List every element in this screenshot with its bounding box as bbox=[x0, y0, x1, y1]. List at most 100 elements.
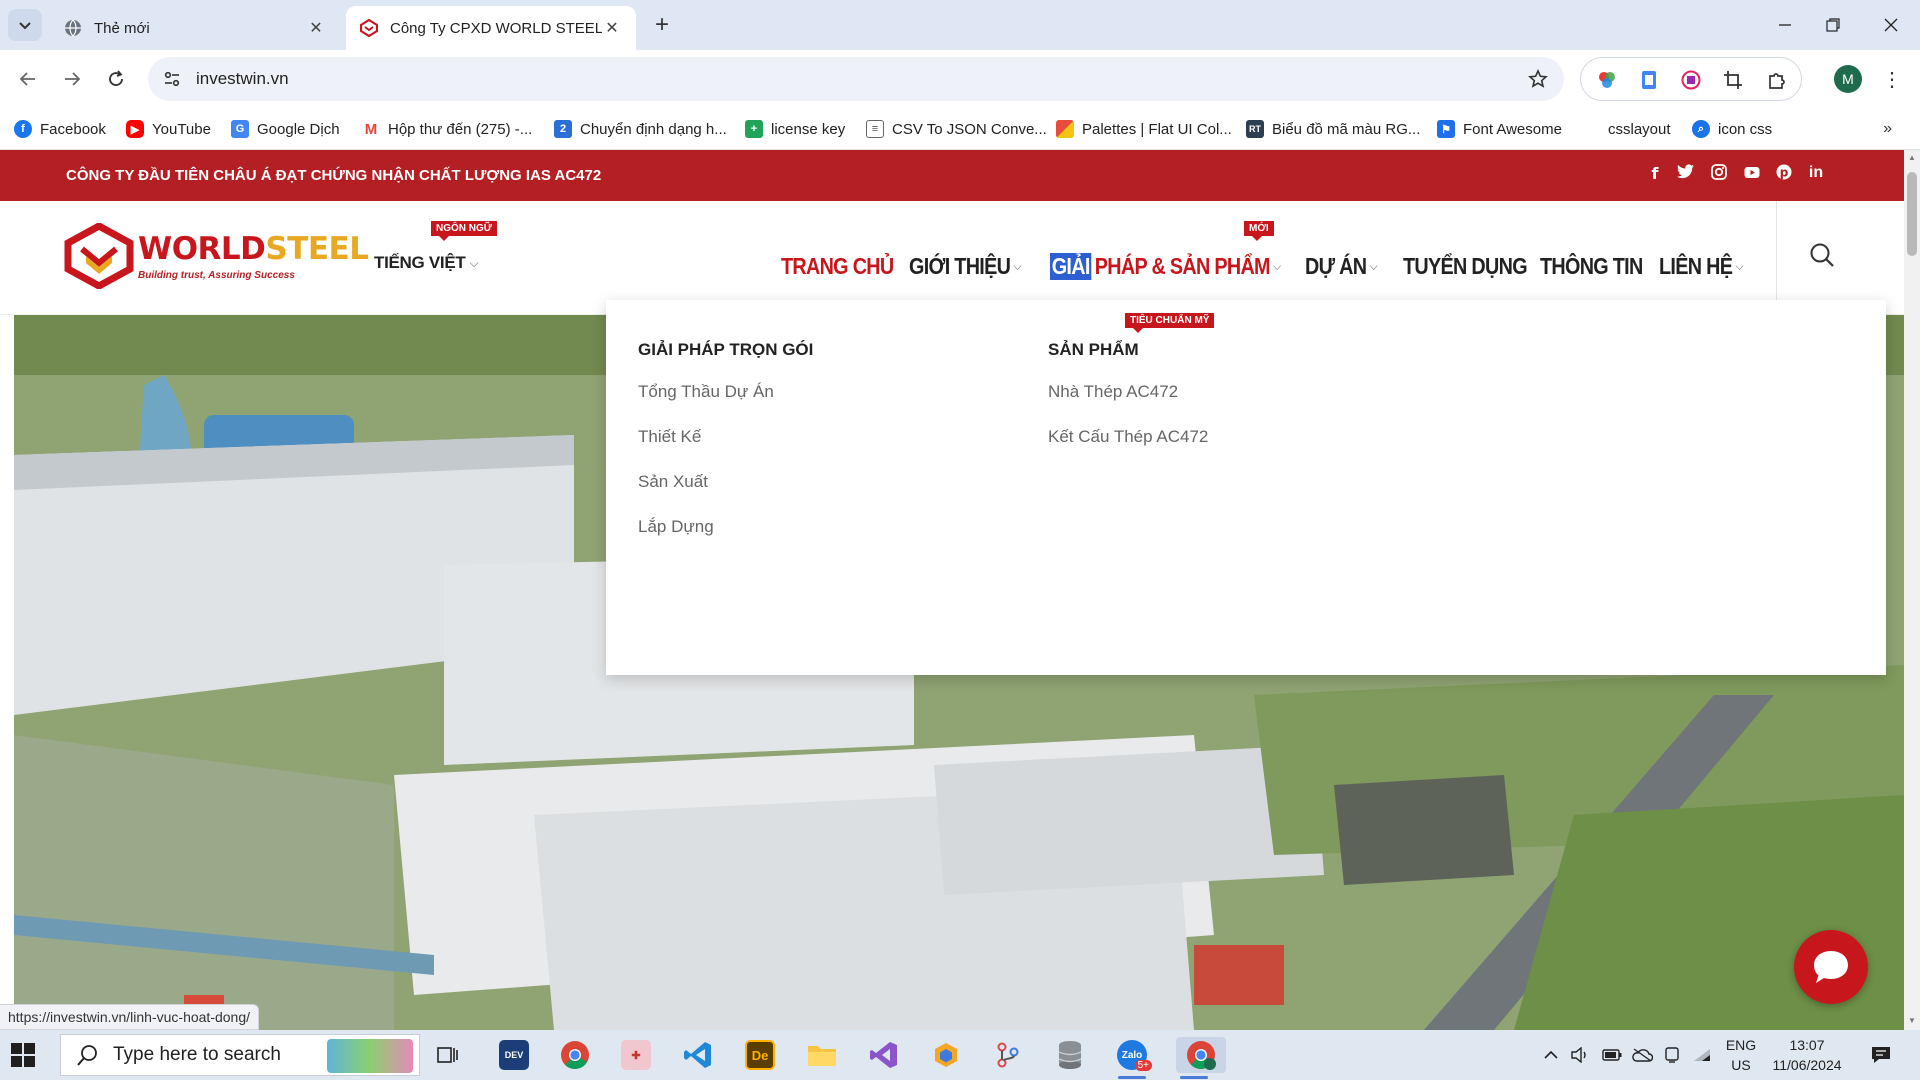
nav-news[interactable]: THÔNG TIN bbox=[1540, 253, 1643, 280]
youtube-icon[interactable] bbox=[1742, 164, 1762, 186]
bookmark-google-translate[interactable]: G Google Dịch bbox=[231, 118, 340, 140]
profile-avatar[interactable]: M bbox=[1834, 65, 1862, 93]
language-selector[interactable]: TIẾNG VIỆT ⌵ bbox=[374, 253, 479, 273]
color-picker-extension-icon[interactable] bbox=[1595, 68, 1619, 92]
bookmark-icon-css[interactable]: ⌕ icon css bbox=[1692, 118, 1772, 140]
close-icon bbox=[1884, 18, 1898, 32]
address-bar[interactable]: investwin.vn bbox=[148, 57, 1564, 101]
taskbar-cube-app[interactable] bbox=[928, 1037, 964, 1073]
back-button[interactable] bbox=[12, 63, 44, 95]
bookmark-palettes[interactable]: Palettes | Flat UI Col... bbox=[1056, 118, 1232, 140]
browser-menu-icon[interactable]: ⋮ bbox=[1880, 64, 1904, 94]
wifi-icon[interactable] bbox=[1690, 1030, 1714, 1080]
dropdown-heading: GIẢI PHÁP TRỌN GÓI bbox=[638, 340, 814, 359]
bookmark-csv-json[interactable]: ≡ CSV To JSON Conve... bbox=[866, 118, 1047, 140]
taskbar-dreamweaver[interactable]: De bbox=[742, 1037, 778, 1073]
scrollbar-thumb[interactable] bbox=[1907, 172, 1917, 256]
close-tab-icon[interactable]: ✕ bbox=[306, 18, 326, 38]
bookmarks-overflow-icon[interactable]: » bbox=[1883, 120, 1892, 138]
taskbar-clock[interactable]: 13:07 11/06/2024 bbox=[1762, 1035, 1852, 1075]
device-icon[interactable] bbox=[1660, 1030, 1684, 1080]
site-info-icon[interactable] bbox=[160, 67, 184, 91]
facebook-icon[interactable]: f bbox=[1645, 164, 1665, 186]
nav-careers[interactable]: TUYỂN DỤNG bbox=[1403, 253, 1528, 280]
browser-toolbar: investwin.vn M ⋮ bbox=[0, 50, 1920, 108]
bookmark-gmail[interactable]: M Hộp thư đến (275) -... bbox=[362, 118, 532, 140]
tab-new-tab[interactable]: Thẻ mới ✕ bbox=[50, 6, 340, 50]
search-icon: ⌕ bbox=[1692, 120, 1710, 138]
screenshot-extension-icon[interactable] bbox=[1721, 68, 1745, 92]
announcement-bar: CÔNG TY ĐẦU TIÊN CHÂU Á ĐẠT CHỨNG NHẬN C… bbox=[0, 150, 1904, 201]
close-tab-icon[interactable]: ✕ bbox=[602, 18, 622, 38]
nav-projects[interactable]: DỰ ÁN ⌵ bbox=[1305, 253, 1378, 280]
recorder-extension-icon[interactable] bbox=[1679, 68, 1703, 92]
taskbar-chrome-active[interactable] bbox=[1176, 1037, 1226, 1079]
pinterest-icon[interactable]: p bbox=[1774, 164, 1794, 186]
bookmark-star-icon[interactable] bbox=[1526, 67, 1550, 91]
taskbar-file-explorer[interactable] bbox=[804, 1037, 840, 1073]
site-search-button[interactable] bbox=[1806, 239, 1838, 271]
taskbar-vscode[interactable] bbox=[680, 1037, 716, 1073]
task-view-icon bbox=[437, 1047, 458, 1063]
instagram-icon[interactable] bbox=[1709, 164, 1729, 186]
forward-button[interactable] bbox=[56, 63, 88, 95]
visual-studio-icon bbox=[870, 1042, 897, 1068]
dropdown-link-steel-structure[interactable]: Kết Cấu Thép AC472 bbox=[1048, 424, 1208, 469]
puzzle-extensions-icon[interactable] bbox=[1765, 68, 1789, 92]
minimize-button[interactable] bbox=[1762, 8, 1808, 42]
windows-start-icon[interactable] bbox=[10, 1042, 36, 1068]
dropdown-link-manufacturing[interactable]: Sản Xuất bbox=[638, 469, 813, 514]
onedrive-icon[interactable] bbox=[1630, 1030, 1654, 1080]
taskbar-search-box[interactable]: Type here to search bbox=[60, 1034, 420, 1076]
linkedin-icon[interactable]: in bbox=[1806, 164, 1826, 186]
bookmark-rgb-chart[interactable]: RT Biểu đồ mã màu RG... bbox=[1246, 118, 1420, 140]
tab-search-button[interactable] bbox=[8, 9, 42, 41]
reload-button[interactable] bbox=[100, 63, 132, 95]
chat-button[interactable] bbox=[1794, 930, 1868, 1004]
nav-about[interactable]: GIỚI THIỆU ⌵ bbox=[909, 253, 1022, 280]
search-highlight-illustration bbox=[327, 1039, 413, 1073]
sheets-icon: + bbox=[745, 120, 763, 138]
new-tab-button[interactable]: + bbox=[648, 12, 676, 40]
svg-text:p: p bbox=[1780, 166, 1789, 180]
worldsteel-logo[interactable]: WORLDSTEEL Building trust, Assuring Succ… bbox=[64, 223, 369, 293]
close-window-button[interactable] bbox=[1868, 8, 1914, 42]
twitter-icon[interactable] bbox=[1675, 164, 1695, 186]
task-view-button[interactable] bbox=[430, 1037, 466, 1073]
taskbar-pink-app[interactable]: ✚ bbox=[618, 1037, 654, 1073]
nav-solutions-products[interactable]: GIẢI PHÁP & SẢN PHẨM ⌵ bbox=[1050, 253, 1281, 280]
dropdown-link-design[interactable]: Thiết Kế bbox=[638, 424, 813, 469]
scroll-down-arrow-icon[interactable]: ▼ bbox=[1907, 1016, 1917, 1026]
bookmark-converter[interactable]: 2 Chuyển định dạng h... bbox=[554, 118, 727, 140]
page-scrollbar[interactable]: ▲ ▼ bbox=[1904, 150, 1920, 1030]
taskbar-chrome[interactable] bbox=[557, 1037, 593, 1073]
taskbar-devtoys[interactable]: DEV bbox=[496, 1037, 532, 1073]
scroll-up-arrow-icon[interactable]: ▲ bbox=[1907, 153, 1917, 163]
taskbar-database-app[interactable] bbox=[1052, 1037, 1088, 1073]
bookmark-csslayout[interactable]: csslayout bbox=[1582, 118, 1671, 140]
nav-home[interactable]: TRANG CHỦ bbox=[781, 253, 894, 280]
bookmark-font-awesome[interactable]: ⚑ Font Awesome bbox=[1437, 118, 1562, 140]
taskbar-zalo[interactable]: Zalo 5+ bbox=[1114, 1037, 1152, 1079]
dropdown-link-general-contractor[interactable]: Tổng Thầu Dự Án bbox=[638, 379, 813, 424]
dropdown-link-steel-house[interactable]: Nhà Thép AC472 bbox=[1048, 379, 1208, 424]
tab-worldsteel[interactable]: Công Ty CPXD WORLD STEEL - V ✕ bbox=[346, 6, 636, 50]
taskbar-visual-studio[interactable] bbox=[866, 1037, 902, 1073]
zalo-notification-badge: 5+ bbox=[1134, 1060, 1152, 1071]
volume-icon[interactable] bbox=[1568, 1030, 1592, 1080]
tray-overflow-icon[interactable] bbox=[1540, 1030, 1562, 1080]
restore-button[interactable] bbox=[1810, 8, 1856, 42]
bookmark-license-key[interactable]: + license key bbox=[745, 118, 845, 140]
taskbar-git-app[interactable] bbox=[990, 1037, 1026, 1073]
input-language-indicator[interactable]: ENG US bbox=[1718, 1035, 1764, 1075]
url-text[interactable]: investwin.vn bbox=[196, 69, 289, 89]
nav-contact[interactable]: LIÊN HỆ ⌵ bbox=[1659, 253, 1744, 280]
bookmark-facebook[interactable]: f Facebook bbox=[14, 118, 106, 140]
chrome-icon bbox=[561, 1041, 589, 1070]
dropdown-link-erection[interactable]: Lắp Dựng bbox=[638, 514, 813, 559]
battery-icon[interactable] bbox=[1600, 1030, 1624, 1080]
document-extension-icon[interactable] bbox=[1637, 68, 1661, 92]
rt-icon: RT bbox=[1246, 120, 1264, 138]
notifications-icon[interactable] bbox=[1866, 1030, 1896, 1080]
bookmark-youtube[interactable]: ▶ YouTube bbox=[126, 118, 211, 140]
